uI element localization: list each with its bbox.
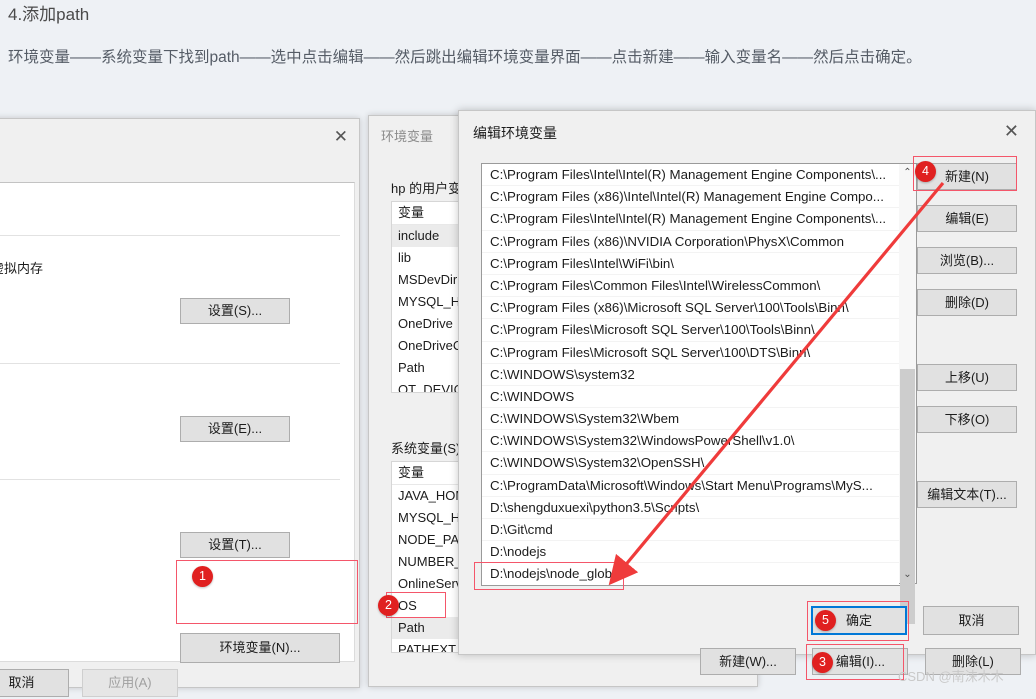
list-item[interactable]: C:\Program Files (x86)\NVIDIA Corporatio… bbox=[482, 231, 900, 253]
csdn-watermark: CSDN @南沫木木 bbox=[898, 669, 1004, 684]
callout-badge-1: 1 bbox=[192, 566, 213, 587]
close-icon[interactable]: ✕ bbox=[334, 129, 348, 146]
callout-badge-2: 2 bbox=[378, 595, 399, 616]
edit-env-side-button[interactable]: 编辑文本(T)... bbox=[917, 481, 1017, 508]
system-properties-titlebar: ✕ bbox=[0, 119, 359, 157]
page-title: 4.添加path bbox=[8, 5, 90, 24]
user-profiles-group: 面设置 设置(E)... bbox=[0, 363, 340, 474]
close-icon[interactable]: ✕ bbox=[1004, 123, 1019, 141]
list-item[interactable]: C:\WINDOWS bbox=[482, 386, 900, 409]
edit-env-side-button[interactable]: 编辑(E) bbox=[917, 205, 1017, 232]
scroll-down-icon[interactable]: ⌄ bbox=[899, 566, 916, 583]
performance-desc: 刘，内存使用，以及虚拟内存 bbox=[0, 261, 44, 276]
edit-env-side-button[interactable]: 上移(U) bbox=[917, 364, 1017, 391]
article-paragraph: 环境变量——系统变量下找到path——选中点击编辑——然后跳出编辑环境变量界面—… bbox=[8, 49, 922, 66]
system-properties-dialog: ✕ 系统保护远程 必须作为管理员登录。 刘，内存使用，以及虚拟内存 设置(S).… bbox=[0, 118, 360, 697]
system-properties-buttonbar: 确定 取消 应用(A) bbox=[0, 669, 178, 697]
environment-variables-title: 环境变量 bbox=[381, 129, 434, 144]
apply-button: 应用(A) bbox=[81, 669, 178, 697]
path-list-scrollbar[interactable]: ⌃ ⌄ bbox=[899, 163, 917, 624]
list-item[interactable]: C:\Program Files\Intel\WiFi\bin\ bbox=[482, 253, 900, 275]
list-item[interactable]: C:\Program Files\Intel\Intel(R) Manageme… bbox=[482, 164, 900, 187]
edit-env-side-button[interactable]: 浏览(B)... bbox=[917, 247, 1017, 274]
system-properties-panel: 必须作为管理员登录。 刘，内存使用，以及虚拟内存 设置(S)... 面设置 设置… bbox=[0, 182, 355, 663]
edit-env-title: 编辑环境变量 bbox=[473, 125, 557, 141]
edit-env-side-button[interactable]: 删除(D) bbox=[917, 289, 1017, 316]
list-item[interactable]: C:\WINDOWS\System32\WindowsPowerShell\v1… bbox=[482, 430, 900, 453]
list-item[interactable]: C:\Program Files\Intel\Intel(R) Manageme… bbox=[482, 208, 900, 231]
list-item[interactable]: D:\Git\cmd bbox=[482, 519, 900, 542]
callout-badge-3: 3 bbox=[812, 652, 833, 673]
performance-group: 刘，内存使用，以及虚拟内存 设置(S)... bbox=[0, 235, 340, 358]
list-item[interactable]: D:\nodejs bbox=[482, 541, 900, 564]
list-item[interactable]: C:\Program Files (x86)\Intel\Intel(R) Ma… bbox=[482, 186, 900, 209]
list-item[interactable]: C:\Program Files (x86)\Microsoft SQL Ser… bbox=[482, 297, 900, 320]
cancel-button[interactable]: 取消 bbox=[0, 669, 70, 697]
environment-variables-button[interactable]: 环境变量(N)... bbox=[180, 633, 340, 663]
list-item[interactable]: C:\Program Files\Microsoft SQL Server\10… bbox=[482, 319, 900, 342]
user-profiles-settings-button[interactable]: 设置(E)... bbox=[180, 416, 290, 442]
startup-recovery-settings-button[interactable]: 设置(T)... bbox=[180, 532, 290, 558]
edit-environment-variable-dialog: 编辑环境变量 ✕ C:\Program Files\Intel\Intel(R)… bbox=[458, 110, 1036, 655]
scrollbar-thumb[interactable] bbox=[900, 369, 915, 624]
list-item[interactable]: C:\ProgramData\Microsoft\Windows\Start M… bbox=[482, 475, 900, 497]
system-variables-label: 系统变量(S) bbox=[391, 441, 461, 456]
performance-settings-button[interactable]: 设置(S)... bbox=[180, 298, 290, 324]
env-new-button[interactable]: 新建(W)... bbox=[700, 648, 796, 675]
list-item[interactable]: D:\shengduxuexi\python3.5\Scripts\ bbox=[482, 497, 900, 519]
startup-recovery-group: 和调试信息 设置(T)... bbox=[0, 479, 340, 596]
list-item[interactable]: C:\Program Files\Common Files\Intel\Wire… bbox=[482, 275, 900, 298]
list-item[interactable]: C:\WINDOWS\System32\Wbem bbox=[482, 408, 900, 431]
path-entries-list[interactable]: C:\Program Files\Intel\Intel(R) Manageme… bbox=[481, 163, 901, 586]
admin-note: 必须作为管理员登录。 bbox=[0, 205, 4, 224]
list-item[interactable]: D:\nodejs\node_global bbox=[482, 563, 900, 585]
list-item[interactable]: C:\Program Files\Microsoft SQL Server\10… bbox=[482, 342, 900, 364]
edit-env-side-buttons: 新建(N) 编辑(E) 浏览(B)... 删除(D) 上移(U) 下移(O) 编辑文本(T)… bbox=[917, 163, 1017, 523]
edit-env-side-button[interactable]: 下移(O) bbox=[917, 406, 1017, 433]
edit-env-buttonbar: 确定 取消 bbox=[811, 606, 1020, 635]
callout-badge-5: 5 bbox=[815, 610, 836, 631]
edit-env-titlebar: 编辑环境变量 ✕ bbox=[459, 111, 1035, 151]
list-item[interactable]: C:\WINDOWS\system32 bbox=[482, 364, 900, 386]
list-item[interactable]: C:\WINDOWS\System32\OpenSSH\ bbox=[482, 452, 900, 475]
edit-env-cancel-button[interactable]: 取消 bbox=[923, 606, 1020, 635]
scroll-up-icon[interactable]: ⌃ bbox=[899, 164, 916, 181]
callout-badge-4: 4 bbox=[915, 161, 936, 182]
